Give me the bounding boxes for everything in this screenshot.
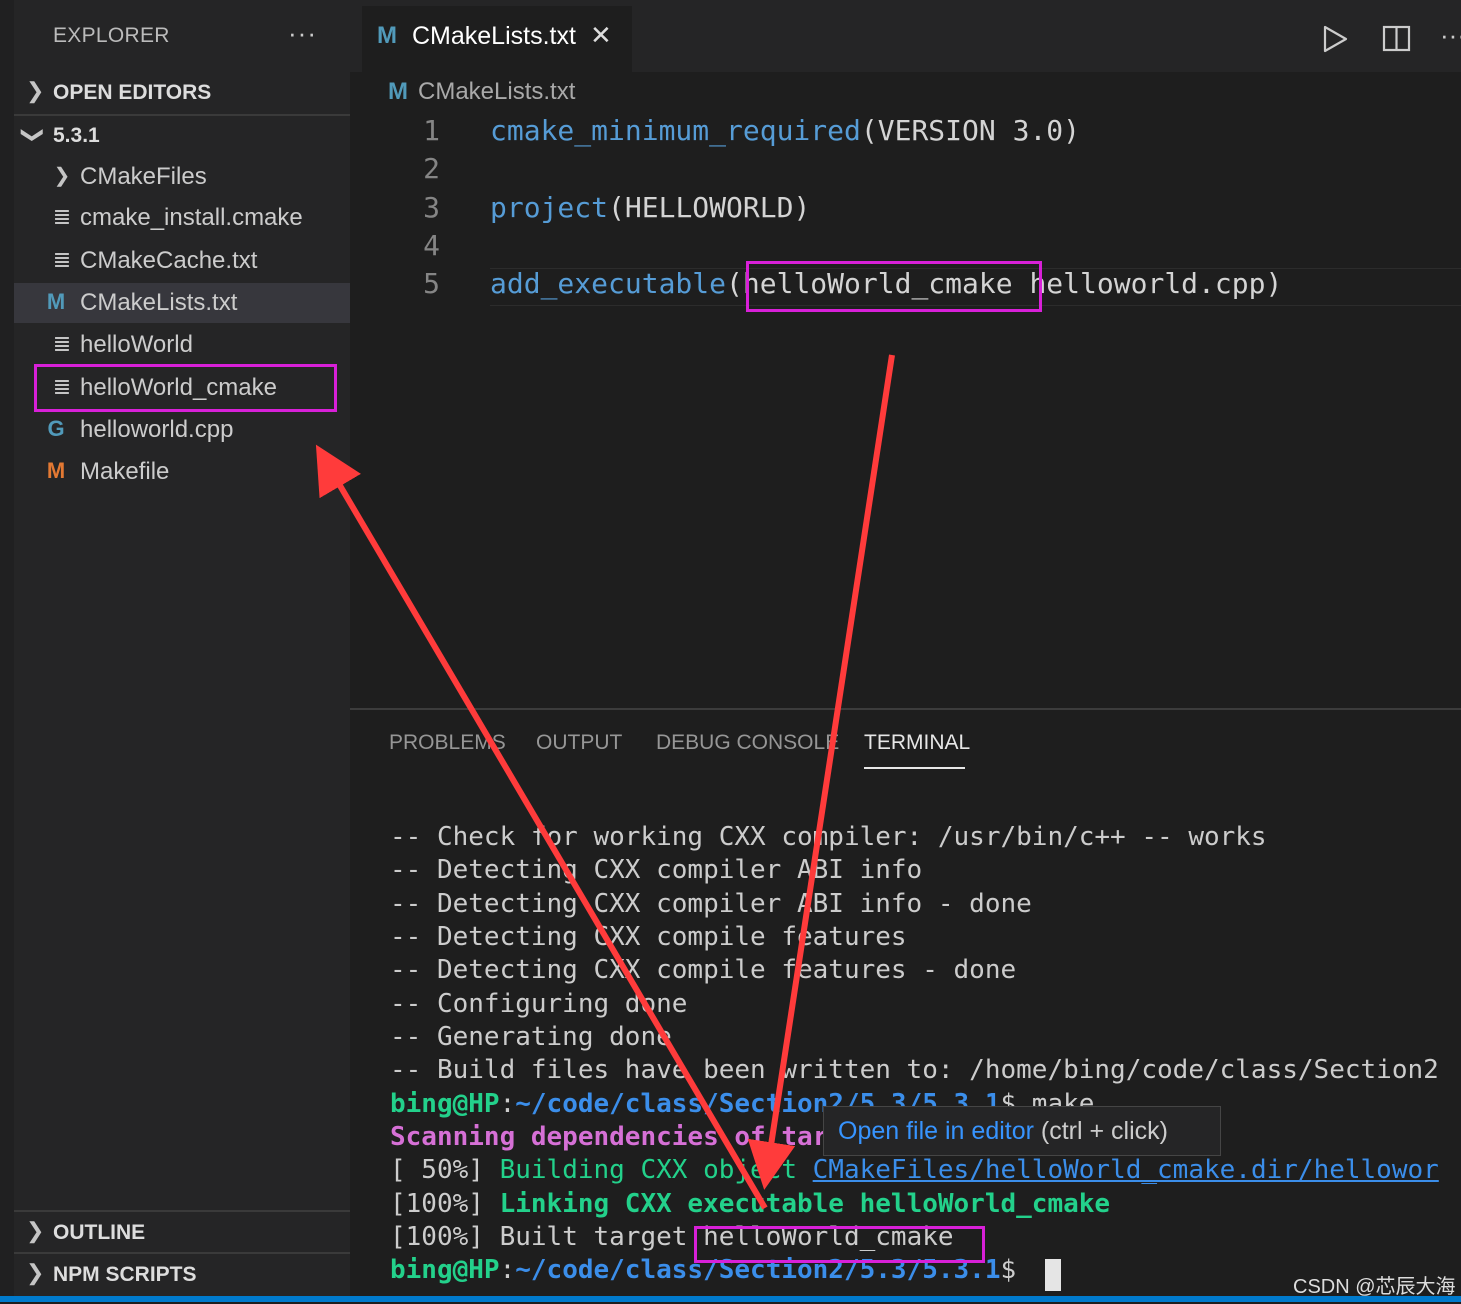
- arrow-to-sidebar: [315, 444, 768, 1210]
- arrow-to-terminal: [747, 354, 895, 1190]
- status-bar: [0, 1296, 1461, 1302]
- annotation-arrows: [315, 354, 895, 1210]
- watermark: CSDN @芯辰大海: [1293, 1276, 1456, 1298]
